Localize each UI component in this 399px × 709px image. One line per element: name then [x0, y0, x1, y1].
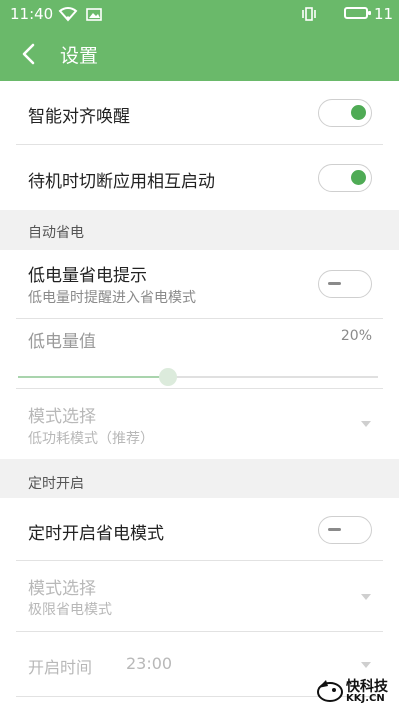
setting-label: 智能对齐唤醒: [28, 107, 130, 127]
bird-logo-icon: [317, 680, 343, 702]
setting-label: 开启时间: [28, 658, 93, 677]
toggle-knob: [351, 170, 366, 185]
setting-label: 定时开启省电模式: [28, 524, 164, 544]
smart-align-wake-toggle[interactable]: [318, 99, 372, 127]
page-title: 设置: [60, 45, 99, 67]
status-time: 11:40: [10, 5, 54, 23]
scheduled-power-saving-toggle[interactable]: [318, 516, 372, 544]
section-header-auto-power-saving: 自动省电: [0, 210, 399, 250]
section-header-scheduled-on: 定时开启: [0, 459, 399, 498]
setting-scheduled-mode-select[interactable]: 模式选择 极限省电模式: [0, 561, 399, 632]
slider-fill: [18, 376, 168, 378]
watermark-logo: 快科技 KKJ.CN: [312, 672, 398, 708]
low-battery-value-percent: 20%: [340, 328, 372, 344]
setting-label: 模式选择: [28, 407, 96, 427]
toggle-off-indicator: [328, 528, 341, 531]
dropdown-arrow-icon: [361, 594, 371, 600]
back-arrow-icon[interactable]: [18, 42, 42, 66]
wifi-icon: [58, 6, 78, 26]
toggle-knob: [351, 105, 366, 120]
status-bar: 11:40 11: [0, 0, 399, 28]
dropdown-arrow-icon: [361, 421, 371, 427]
setting-label: 低电量值: [28, 332, 96, 352]
mode-select-value: 低功耗模式（推荐）: [28, 431, 154, 447]
dropdown-arrow-icon: [361, 662, 371, 668]
battery-level: 11: [374, 5, 394, 23]
section-title: 定时开启: [28, 476, 84, 492]
battery-icon: [344, 7, 371, 19]
start-time-value: 23:00: [126, 654, 173, 673]
setting-label: 待机时切断应用相互启动: [28, 172, 215, 192]
setting-scheduled-power-saving[interactable]: 定时开启省电模式: [0, 498, 399, 561]
setting-smart-align-wake[interactable]: 智能对齐唤醒: [0, 81, 399, 145]
setting-label: 模式选择: [28, 579, 96, 599]
low-battery-prompt-toggle[interactable]: [318, 270, 372, 298]
image-icon: [86, 7, 102, 25]
setting-low-battery-prompt[interactable]: 低电量省电提示 低电量时提醒进入省电模式: [0, 250, 399, 319]
section-title: 自动省电: [28, 225, 84, 241]
slider-thumb[interactable]: [159, 368, 177, 386]
setting-auto-mode-select[interactable]: 模式选择 低功耗模式（推荐）: [0, 389, 399, 459]
low-battery-slider[interactable]: [18, 367, 378, 387]
vibrate-icon: [300, 6, 318, 26]
toggle-off-indicator: [328, 282, 341, 285]
app-header: 设置: [0, 28, 399, 81]
setting-description: 低电量时提醒进入省电模式: [28, 290, 196, 306]
setting-standby-cut-app-launch[interactable]: 待机时切断应用相互启动: [0, 145, 399, 210]
watermark-domain: KKJ.CN: [346, 693, 385, 704]
standby-cut-app-launch-toggle[interactable]: [318, 164, 372, 192]
setting-label: 低电量省电提示: [28, 266, 147, 286]
mode-select-value: 极限省电模式: [28, 602, 112, 618]
